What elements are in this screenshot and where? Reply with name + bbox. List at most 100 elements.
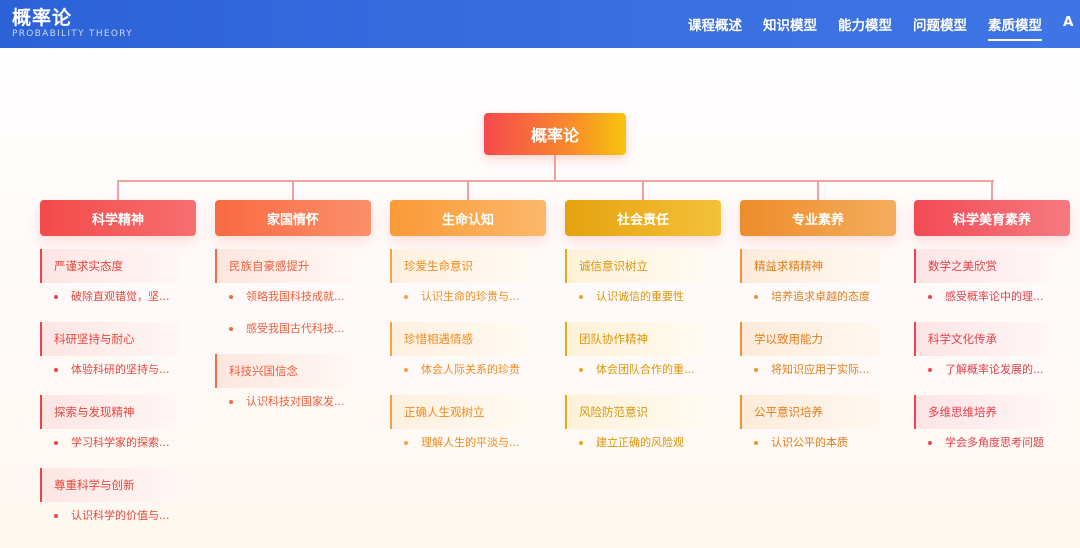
quality-item[interactable]: 学以致用能力 <box>740 322 880 356</box>
quality-sub-item[interactable]: 认识科学的价值与... <box>54 507 204 525</box>
quality-sub-item[interactable]: 认识公平的本质 <box>754 434 904 452</box>
sub-item-text: 认识诚信的重要性 <box>596 290 684 303</box>
quality-sub-item[interactable]: 感受我国古代科技... <box>229 320 379 338</box>
sub-item-text: 培养追求卓越的态度 <box>771 290 870 303</box>
bullet-dot-icon <box>229 400 233 404</box>
sub-item-text: 体验科研的坚持与... <box>71 363 170 376</box>
bullet-dot-icon <box>404 441 408 445</box>
bullet-dot-icon <box>579 441 583 445</box>
quality-item[interactable]: 科研坚持与耐心 <box>40 322 180 356</box>
quality-item[interactable]: 尊重科学与创新 <box>40 468 180 502</box>
connector-column-science-spirit <box>117 180 119 200</box>
quality-sub-item[interactable]: 理解人生的平淡与... <box>404 434 554 452</box>
brand-title: 概率论 <box>12 7 73 29</box>
quality-item[interactable]: 风险防范意识 <box>565 395 705 429</box>
sub-item-text: 感受我国古代科技... <box>246 322 345 335</box>
sub-item-text: 破除直观错觉，坚... <box>71 290 170 303</box>
sub-item-text: 认识生命的珍贵与... <box>421 290 520 303</box>
quality-item[interactable]: 数学之美欣赏 <box>914 249 1054 283</box>
sub-item-text: 认识公平的本质 <box>771 436 848 449</box>
quality-item[interactable]: 团队协作精神 <box>565 322 705 356</box>
bullet-dot-icon <box>404 368 408 372</box>
bullet-dot-icon <box>928 368 932 372</box>
quality-item[interactable]: 科技兴国信念 <box>215 354 355 388</box>
quality-item[interactable]: 严谨求实态度 <box>40 249 180 283</box>
nav-quality-model[interactable]: 素质模型 <box>988 14 1042 41</box>
connector-column-science-aesthetics <box>991 180 993 200</box>
column-head-science-aesthetics[interactable]: 科学美育素养 <box>914 200 1070 236</box>
connector-column-life-awareness <box>467 180 469 200</box>
bullet-dot-icon <box>54 295 58 299</box>
quality-sub-item[interactable]: 学会多角度思考问题 <box>928 434 1078 452</box>
quality-sub-item[interactable]: 感受概率论中的理... <box>928 288 1078 306</box>
bullet-dot-icon <box>404 295 408 299</box>
sub-item-text: 将知识应用于实际... <box>771 363 870 376</box>
tree-root-node[interactable]: 概率论 <box>484 113 626 155</box>
quality-item[interactable]: 探索与发现精神 <box>40 395 180 429</box>
top-navigation-bar: 概率论 PROBABILITY THEORY 课程概述 知识模型 能力模型 问题… <box>0 0 1080 48</box>
brand-subtitle: PROBABILITY THEORY <box>12 29 134 39</box>
bullet-dot-icon <box>579 295 583 299</box>
connector-column-patriotism <box>292 180 294 200</box>
bullet-dot-icon <box>928 295 932 299</box>
quality-sub-item[interactable]: 体验科研的坚持与... <box>54 361 204 379</box>
quality-sub-item[interactable]: 建立正确的风险观 <box>579 434 729 452</box>
nav-course-overview[interactable]: 课程概述 <box>688 14 742 38</box>
bullet-dot-icon <box>229 295 233 299</box>
quality-sub-item[interactable]: 认识诚信的重要性 <box>579 288 729 306</box>
connector-root-vertical <box>554 155 556 181</box>
connector-horizontal <box>118 180 994 182</box>
quality-item[interactable]: 民族自豪感提升 <box>215 249 355 283</box>
quality-item[interactable]: 正确人生观树立 <box>390 395 530 429</box>
bullet-dot-icon <box>928 441 932 445</box>
quality-sub-item[interactable]: 认识科技对国家发... <box>229 393 379 411</box>
sub-item-text: 认识科学的价值与... <box>71 509 170 522</box>
quality-item[interactable]: 珍惜相遇情感 <box>390 322 530 356</box>
quality-sub-item[interactable]: 学习科学家的探索... <box>54 434 204 452</box>
quality-item[interactable]: 多维思维培养 <box>914 395 1054 429</box>
nav-ability-model[interactable]: 能力模型 <box>838 14 892 38</box>
quality-sub-item[interactable]: 培养追求卓越的态度 <box>754 288 904 306</box>
sub-item-text: 了解概率论发展的... <box>945 363 1044 376</box>
nav-problem-model[interactable]: 问题模型 <box>913 14 967 38</box>
brand[interactable]: 概率论 PROBABILITY THEORY <box>12 7 133 40</box>
sub-item-text: 领略我国科技成就... <box>246 290 345 303</box>
sub-item-text: 认识科技对国家发... <box>246 395 345 408</box>
connector-column-professional-quality <box>817 180 819 200</box>
sub-item-text: 理解人生的平淡与... <box>421 436 520 449</box>
quality-sub-item[interactable]: 破除直观错觉，坚... <box>54 288 204 306</box>
bullet-dot-icon <box>754 368 758 372</box>
main-nav: 课程概述 知识模型 能力模型 问题模型 素质模型 A <box>688 14 1080 41</box>
sub-item-text: 感受概率论中的理... <box>945 290 1044 303</box>
bullet-dot-icon <box>754 295 758 299</box>
quality-item[interactable]: 公平意识培养 <box>740 395 880 429</box>
connector-column-social-responsibility <box>642 180 644 200</box>
sub-item-text: 体会团队合作的重... <box>596 363 695 376</box>
quality-sub-item[interactable]: 体会团队合作的重... <box>579 361 729 379</box>
column-head-life-awareness[interactable]: 生命认知 <box>390 200 546 236</box>
column-head-science-spirit[interactable]: 科学精神 <box>40 200 196 236</box>
sub-item-text: 学习科学家的探索... <box>71 436 170 449</box>
column-head-professional-quality[interactable]: 专业素养 <box>740 200 896 236</box>
quality-item[interactable]: 科学文化传承 <box>914 322 1054 356</box>
nav-item-truncated[interactable]: A <box>1063 14 1073 38</box>
column-head-patriotism[interactable]: 家国情怀 <box>215 200 371 236</box>
quality-item[interactable]: 精益求精精神 <box>740 249 880 283</box>
quality-sub-item[interactable]: 领略我国科技成就... <box>229 288 379 306</box>
quality-item[interactable]: 珍爱生命意识 <box>390 249 530 283</box>
bullet-dot-icon <box>579 368 583 372</box>
sub-item-text: 学会多角度思考问题 <box>945 436 1044 449</box>
bullet-dot-icon <box>54 441 58 445</box>
quality-sub-item[interactable]: 将知识应用于实际... <box>754 361 904 379</box>
quality-sub-item[interactable]: 体会人际关系的珍贵 <box>404 361 554 379</box>
bullet-dot-icon <box>754 441 758 445</box>
column-head-social-responsibility[interactable]: 社会责任 <box>565 200 721 236</box>
sub-item-text: 体会人际关系的珍贵 <box>421 363 520 376</box>
bullet-dot-icon <box>54 514 58 518</box>
sub-item-text: 建立正确的风险观 <box>596 436 684 449</box>
bullet-dot-icon <box>229 327 233 331</box>
quality-sub-item[interactable]: 了解概率论发展的... <box>928 361 1078 379</box>
quality-sub-item[interactable]: 认识生命的珍贵与... <box>404 288 554 306</box>
quality-item[interactable]: 诚信意识树立 <box>565 249 705 283</box>
nav-knowledge-model[interactable]: 知识模型 <box>763 14 817 38</box>
